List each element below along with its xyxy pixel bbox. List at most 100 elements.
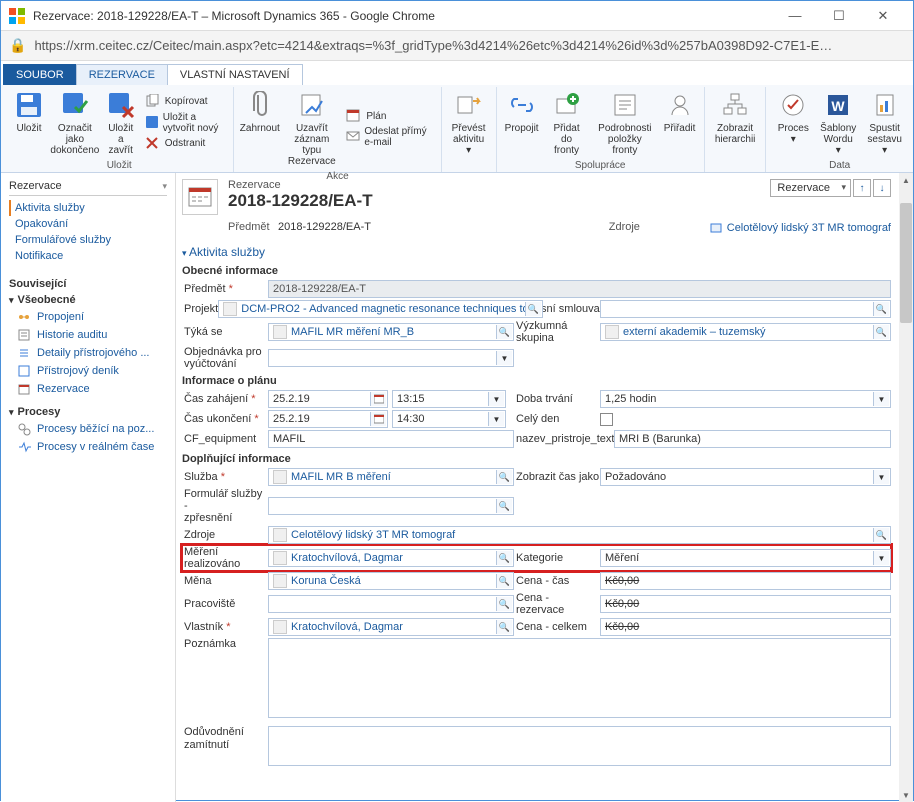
- save-button[interactable]: Uložit: [9, 87, 49, 158]
- close-record-icon: [296, 89, 328, 121]
- url-text[interactable]: https://xrm.ceitec.cz/Ceitec/main.aspx?e…: [34, 38, 905, 53]
- add-queue-button[interactable]: Přidat do fronty: [543, 87, 591, 158]
- sluzba-lookup[interactable]: MAFIL MR B měření🔍: [268, 468, 514, 486]
- close-window-button[interactable]: ✕: [861, 2, 905, 30]
- scroll-thumb[interactable]: [900, 203, 912, 323]
- journal-icon: [17, 364, 31, 378]
- tykase-lookup[interactable]: MAFIL MR měření MR_B🔍: [268, 323, 514, 341]
- mena-lookup[interactable]: Koruna Česká🔍: [268, 572, 514, 590]
- lookup-icon[interactable]: 🔍: [496, 325, 512, 339]
- cas-ukonceni-time[interactable]: 14:30▼: [392, 410, 506, 428]
- kategorie-select[interactable]: Měření▼: [600, 549, 891, 567]
- projekt-lookup[interactable]: DCM-PRO2 - Advanced magnetic resonance t…: [218, 300, 543, 318]
- cely-den-checkbox[interactable]: [600, 413, 613, 426]
- nav-detaily-pristrojoveho[interactable]: Detaily přístrojového ...: [9, 344, 167, 362]
- assign-button[interactable]: Přiřadit: [659, 87, 699, 158]
- email-button[interactable]: Odeslat přímý e-mail: [346, 126, 432, 148]
- vertical-scrollbar[interactable]: ▲ ▼: [899, 173, 913, 802]
- convert-activity-button[interactable]: Převést aktivitu ▾: [446, 87, 492, 158]
- nav-procesy-bezici[interactable]: Procesy běžící na poz...: [9, 420, 167, 438]
- tab-soubor[interactable]: SOUBOR: [3, 64, 77, 85]
- poznamka-textarea[interactable]: [268, 638, 891, 718]
- nav-propojeni[interactable]: Propojení: [9, 308, 167, 326]
- tab-vlastni[interactable]: VLASTNÍ NASTAVENÍ: [167, 64, 303, 85]
- minimize-button[interactable]: —: [773, 2, 817, 30]
- oduvodneni-textarea[interactable]: [268, 726, 891, 766]
- cas-zahajeni-date[interactable]: 25.2.19: [268, 390, 388, 408]
- close-record-button[interactable]: Uzavřít záznam typu Rezervace: [281, 87, 342, 169]
- nav-down-button[interactable]: ↓: [873, 179, 891, 197]
- lookup-icon[interactable]: 🔍: [496, 574, 512, 588]
- objednavka-select[interactable]: ▼: [268, 349, 514, 367]
- zdroje-lookup[interactable]: Celotělový lidský 3T MR tomograf🔍: [268, 526, 891, 544]
- project-icon: [223, 302, 237, 316]
- tab-rezervace[interactable]: REZERVACE: [76, 64, 168, 85]
- cena-rezervace-field[interactable]: Kč0,00: [600, 595, 891, 613]
- lookup-icon[interactable]: 🔍: [496, 620, 512, 634]
- formular-sluzby-lookup[interactable]: 🔍: [268, 497, 514, 515]
- process-button[interactable]: Proces ▾: [770, 87, 816, 158]
- doba-trvani-select[interactable]: 1,25 hodin▼: [600, 390, 891, 408]
- vyzkumna-skupina-lookup[interactable]: externí akademik – tuzemský🔍: [600, 323, 891, 341]
- gears-icon: [17, 422, 31, 436]
- nav-up-button[interactable]: ↑: [853, 179, 871, 197]
- lookup-icon[interactable]: 🔍: [496, 597, 512, 611]
- queue-details-button[interactable]: Podrobnosti položky fronty: [590, 87, 659, 158]
- nav-aktivita-sluzby[interactable]: Aktivita služby: [9, 200, 167, 216]
- nav-rezervace-header[interactable]: Rezervace▾: [9, 177, 167, 196]
- nazev-pristroje-field[interactable]: MRI B (Barunka): [614, 430, 891, 448]
- link-button[interactable]: Propojit: [501, 87, 543, 158]
- report-icon: [869, 89, 901, 121]
- nav-historie-auditu[interactable]: Historie auditu: [9, 326, 167, 344]
- left-navigation: Rezervace▾ Aktivita služby Opakování For…: [1, 173, 176, 802]
- form-selector[interactable]: Rezervace: [770, 179, 851, 197]
- calendar-icon[interactable]: [370, 392, 386, 406]
- scroll-up-button[interactable]: ▲: [899, 173, 913, 187]
- save-close-button[interactable]: Uložit a zavřít: [101, 87, 141, 158]
- delete-button[interactable]: Odstranit: [145, 136, 226, 152]
- lookup-icon[interactable]: 🔍: [525, 302, 541, 316]
- service-icon: [273, 470, 287, 484]
- chevron-down-icon: ▾: [9, 407, 14, 418]
- ribbon: Uložit Označit jako dokončeno Uložit a z…: [1, 85, 913, 173]
- cf-equipment-field[interactable]: MAFIL: [268, 430, 514, 448]
- save-new-button[interactable]: Uložit a vytvořit nový: [145, 112, 226, 134]
- cas-zahajeni-time[interactable]: 13:15▼: [392, 390, 506, 408]
- zobrazit-cas-select[interactable]: Požadováno▼: [600, 468, 891, 486]
- scroll-down-button[interactable]: ▼: [899, 788, 913, 802]
- section-aktivita-sluzby[interactable]: Aktivita služby: [182, 241, 891, 261]
- cena-celkem-field[interactable]: Kč0,00: [600, 618, 891, 636]
- header-zdroje-link[interactable]: Celotělový lidský 3T MR tomograf: [709, 221, 891, 235]
- nav-rezervace-sub[interactable]: Rezervace: [9, 380, 167, 398]
- cas-ukonceni-date[interactable]: 25.2.19: [268, 410, 388, 428]
- pracoviste-lookup[interactable]: 🔍: [268, 595, 514, 613]
- lookup-icon[interactable]: 🔍: [496, 551, 512, 565]
- lookup-icon[interactable]: 🔍: [873, 302, 889, 316]
- lookup-icon[interactable]: 🔍: [496, 499, 512, 513]
- word-icon: W: [822, 89, 854, 121]
- save-done-button[interactable]: Označit jako dokončeno: [49, 87, 101, 158]
- nav-opakovani[interactable]: Opakování: [9, 216, 167, 232]
- plan-button[interactable]: Plán: [346, 108, 432, 124]
- nav-pristrojovy-denik[interactable]: Přístrojový deník: [9, 362, 167, 380]
- lookup-icon[interactable]: 🔍: [496, 470, 512, 484]
- nav-souvisejici-header: Související: [9, 276, 167, 292]
- lookup-icon[interactable]: 🔍: [873, 528, 889, 542]
- hierarchy-icon: [719, 89, 751, 121]
- vlastnik-lookup[interactable]: Kratochvílová, Dagmar🔍: [268, 618, 514, 636]
- maximize-button[interactable]: ☐: [817, 2, 861, 30]
- cena-cas-field[interactable]: Kč0,00: [600, 572, 891, 590]
- predmet-field[interactable]: 2018-129228/EA-T: [268, 280, 891, 298]
- mereni-realizovano-lookup[interactable]: Kratochvílová, Dagmar🔍: [268, 549, 514, 567]
- hierarchy-button[interactable]: Zobrazit hierarchii: [709, 87, 762, 157]
- servisni-smlouva-lookup[interactable]: 🔍: [600, 300, 891, 318]
- nav-notifikace[interactable]: Notifikace: [9, 248, 167, 264]
- copy-button[interactable]: Kopírovat: [145, 94, 226, 110]
- run-report-button[interactable]: Spustit sestavu ▾: [860, 87, 909, 158]
- nav-formularove-sluzby[interactable]: Formulářové služby: [9, 232, 167, 248]
- calendar-icon[interactable]: [370, 412, 386, 426]
- include-button[interactable]: Zahrnout: [238, 87, 281, 169]
- nav-procesy-realtime[interactable]: Procesy v reálném čase: [9, 438, 167, 456]
- lookup-icon[interactable]: 🔍: [873, 325, 889, 339]
- word-templates-button[interactable]: W Šablony Wordu ▾: [816, 87, 860, 158]
